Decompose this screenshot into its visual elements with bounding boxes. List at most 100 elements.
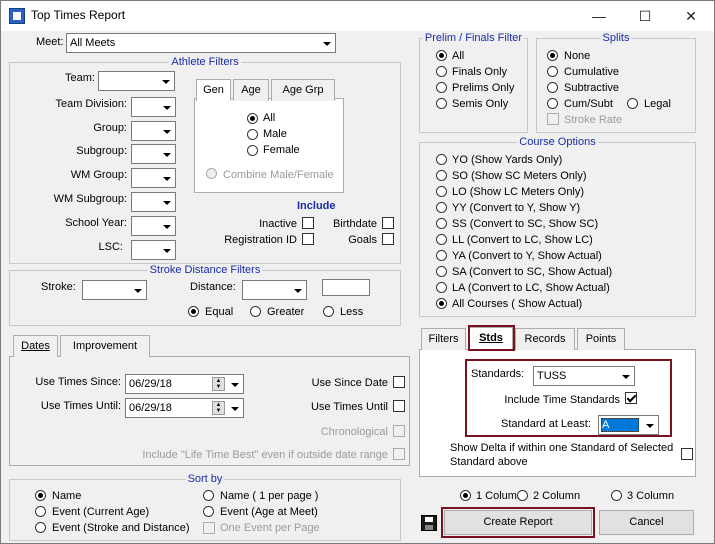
tab-age-grp[interactable]: Age Grp	[271, 79, 335, 101]
registration-id-checkbox[interactable]	[302, 233, 314, 245]
tab-points[interactable]: Points	[577, 328, 625, 350]
use-times-until-date[interactable]: 06/29/18 ▲ ▼	[125, 398, 244, 418]
course-lo-radio[interactable]	[436, 186, 447, 197]
course-ll-radio[interactable]	[436, 234, 447, 245]
use-since-date-checkbox[interactable]	[393, 376, 405, 388]
splits-cumulative-radio[interactable]	[547, 66, 558, 77]
group-select[interactable]	[131, 121, 176, 141]
distance-select[interactable]	[242, 280, 307, 300]
chevron-down-icon[interactable]	[642, 417, 657, 433]
combine-radio[interactable]	[206, 168, 217, 179]
sort-name-radio[interactable]	[35, 490, 46, 501]
team-select[interactable]	[98, 71, 175, 91]
since-date-value: 06/29/18	[129, 378, 172, 390]
course-yy-radio[interactable]	[436, 202, 447, 213]
one-event-per-page-checkbox[interactable]	[203, 522, 215, 534]
stroke-rate-checkbox[interactable]	[547, 113, 559, 125]
include-time-standards-checkbox[interactable]	[625, 392, 637, 404]
use-times-until-checkbox[interactable]	[393, 400, 405, 412]
chevron-down-icon[interactable]	[159, 123, 174, 139]
chevron-down-icon[interactable]	[227, 400, 242, 416]
wm-group-select[interactable]	[131, 168, 176, 188]
show-delta-checkbox[interactable]	[681, 448, 693, 460]
spinner-icon[interactable]: ▲ ▼	[212, 377, 225, 391]
chevron-down-icon[interactable]	[159, 242, 174, 258]
wm-subgroup-select[interactable]	[131, 192, 176, 212]
one-column-radio[interactable]	[460, 490, 471, 501]
minimize-icon[interactable]: —	[576, 1, 622, 31]
subgroup-select[interactable]	[131, 144, 176, 164]
maximize-icon[interactable]: ☐	[622, 1, 668, 31]
course-yo-radio[interactable]	[436, 154, 447, 165]
course-options-title: Course Options	[517, 136, 598, 148]
team-division-label: Team Division:	[55, 98, 127, 110]
save-icon[interactable]	[421, 515, 437, 531]
tab-improvement[interactable]: Improvement	[60, 335, 150, 357]
chevron-down-icon[interactable]	[159, 146, 174, 162]
prelims-only-radio[interactable]	[436, 82, 447, 93]
stroke-select[interactable]	[82, 280, 147, 300]
chevron-down-icon[interactable]	[159, 99, 174, 115]
one-column-label: 1 Column	[476, 490, 524, 502]
standard-at-least-label: Standard at Least:	[501, 418, 591, 430]
splits-cum-subt-radio[interactable]	[547, 98, 558, 109]
chevron-down-icon[interactable]	[158, 73, 173, 89]
course-ya-radio[interactable]	[436, 250, 447, 261]
course-ss-radio[interactable]	[436, 218, 447, 229]
gender-male-radio[interactable]	[247, 129, 258, 140]
standards-select[interactable]: TUSS	[533, 366, 635, 386]
spinner-icon[interactable]: ▲ ▼	[212, 401, 225, 415]
team-division-select[interactable]	[131, 97, 176, 117]
goals-checkbox[interactable]	[382, 233, 394, 245]
use-times-since-date[interactable]: 06/29/18 ▲ ▼	[125, 374, 244, 394]
life-time-best-checkbox[interactable]	[393, 448, 405, 460]
sort-event-stroke-distance-radio[interactable]	[35, 522, 46, 533]
splits-none-radio[interactable]	[547, 50, 558, 61]
course-all-radio[interactable]	[436, 298, 447, 309]
chevron-down-icon[interactable]	[159, 194, 174, 210]
course-la-radio[interactable]	[436, 282, 447, 293]
chevron-down-icon[interactable]	[290, 282, 305, 298]
standard-at-least-select[interactable]: A	[598, 415, 659, 435]
school-year-select[interactable]	[131, 216, 176, 236]
gender-female-radio[interactable]	[247, 145, 258, 156]
tab-records[interactable]: Records	[515, 328, 575, 350]
splits-subtractive-radio[interactable]	[547, 82, 558, 93]
sort-event-current-age-radio[interactable]	[35, 506, 46, 517]
distance-input[interactable]	[322, 279, 370, 296]
distance-equal-radio[interactable]	[188, 306, 199, 317]
distance-greater-radio[interactable]	[250, 306, 261, 317]
close-icon[interactable]: ✕	[668, 1, 714, 31]
course-ya-label: YA (Convert to Y, Show Actual)	[452, 250, 602, 262]
distance-less-radio[interactable]	[323, 306, 334, 317]
prelim-all-radio[interactable]	[436, 50, 447, 61]
three-column-radio[interactable]	[611, 490, 622, 501]
finals-only-radio[interactable]	[436, 66, 447, 77]
chevron-down-icon[interactable]	[159, 218, 174, 234]
inactive-checkbox[interactable]	[302, 217, 314, 229]
tab-gen[interactable]: Gen	[196, 79, 231, 101]
course-so-radio[interactable]	[436, 170, 447, 181]
life-time-best-label: Include "Life Time Best" even if outside…	[142, 449, 388, 461]
two-column-radio[interactable]	[517, 490, 528, 501]
sort-name-per-page-radio[interactable]	[203, 490, 214, 501]
tab-age[interactable]: Age	[233, 79, 269, 101]
gender-all-radio[interactable]	[247, 113, 258, 124]
chronological-checkbox[interactable]	[393, 425, 405, 437]
distance-label: Distance:	[190, 281, 236, 293]
splits-legal-radio[interactable]	[627, 98, 638, 109]
chevron-down-icon[interactable]	[159, 170, 174, 186]
sort-event-age-at-meet-radio[interactable]	[203, 506, 214, 517]
chevron-down-icon[interactable]	[227, 376, 242, 392]
birthdate-checkbox[interactable]	[382, 217, 394, 229]
tab-dates[interactable]: Dates	[13, 335, 58, 357]
meet-select[interactable]: All Meets	[66, 33, 336, 53]
chevron-down-icon[interactable]	[319, 35, 334, 51]
chevron-down-icon[interactable]	[130, 282, 145, 298]
lsc-select[interactable]	[131, 240, 176, 260]
tab-filters[interactable]: Filters	[421, 328, 466, 350]
course-sa-radio[interactable]	[436, 266, 447, 277]
cancel-button[interactable]: Cancel	[599, 510, 694, 535]
semis-only-radio[interactable]	[436, 98, 447, 109]
chevron-down-icon[interactable]	[618, 368, 633, 384]
